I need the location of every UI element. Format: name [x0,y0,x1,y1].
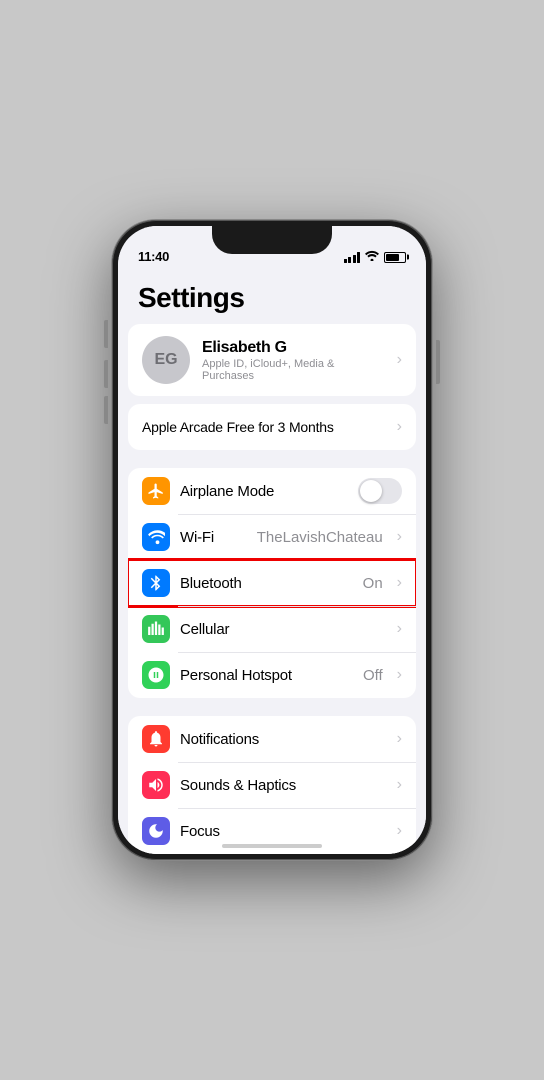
sounds-icon-wrap [142,771,170,799]
focus-chevron: › [397,822,402,840]
screen-content: Settings EG Elisabeth G Apple ID, iCloud… [118,270,426,854]
notifications-group: Notifications › Sounds & Haptics › [128,716,416,854]
phone-screen: 11:40 Settings [118,226,426,854]
airplane-label: Airplane Mode [180,483,348,500]
signal-icon [344,252,361,263]
cellular-row[interactable]: Cellular › [128,606,416,652]
bluetooth-value: On [363,575,383,592]
wifi-value: TheLavishChateau [257,529,383,546]
hotspot-value: Off [363,667,383,684]
wifi-icon-wrap [142,523,170,551]
sounds-row[interactable]: Sounds & Haptics › [128,762,416,808]
hotspot-row[interactable]: Personal Hotspot Off › [128,652,416,698]
profile-subtitle: Apple ID, iCloud+, Media & Purchases [202,358,385,382]
wifi-row-icon [147,528,165,546]
profile-info: Elisabeth G Apple ID, iCloud+, Media & P… [202,339,385,382]
bluetooth-label: Bluetooth [180,575,353,592]
wifi-chevron: › [397,528,402,546]
phone-frame: 11:40 Settings [112,220,432,860]
notch [212,226,332,254]
profile-name: Elisabeth G [202,339,385,357]
arcade-row[interactable]: Apple Arcade Free for 3 Months › [128,404,416,450]
airplane-toggle[interactable] [358,478,402,504]
sounds-label: Sounds & Haptics [180,777,387,794]
notifications-label: Notifications [180,731,387,748]
avatar: EG [142,336,190,384]
status-bar: 11:40 [118,226,426,270]
arcade-chevron: › [397,418,402,436]
cellular-icon-wrap [142,615,170,643]
home-indicator [222,844,322,848]
cellular-chevron: › [397,620,402,638]
status-time: 11:40 [138,249,169,264]
sound-icon [147,776,165,794]
bluetooth-row[interactable]: Bluetooth On › [128,560,416,606]
bluetooth-chevron: › [397,574,402,592]
battery-icon [384,252,406,263]
connectivity-group: Airplane Mode Wi-Fi TheL [128,468,416,698]
wifi-row[interactable]: Wi-Fi TheLavishChateau › [128,514,416,560]
focus-label: Focus [180,823,387,840]
status-icons [344,250,407,264]
notifications-chevron: › [397,730,402,748]
page-title: Settings [118,270,426,324]
notifications-row[interactable]: Notifications › [128,716,416,762]
profile-chevron: › [397,351,402,369]
hotspot-chevron: › [397,666,402,684]
hotspot-icon-wrap [142,661,170,689]
airplane-mode-row[interactable]: Airplane Mode [128,468,416,514]
airplane-icon-wrap [142,477,170,505]
bluetooth-icon-wrap [142,569,170,597]
notifications-icon-wrap [142,725,170,753]
moon-icon [147,822,165,840]
focus-icon-wrap [142,817,170,845]
bell-icon [147,730,165,748]
cellular-label: Cellular [180,621,387,638]
bluetooth-icon [147,574,165,592]
wifi-status-icon [365,250,379,264]
profile-card[interactable]: EG Elisabeth G Apple ID, iCloud+, Media … [128,324,416,396]
sounds-chevron: › [397,776,402,794]
hotspot-label: Personal Hotspot [180,667,353,684]
arcade-label: Apple Arcade Free for 3 Months [142,419,334,435]
wifi-label: Wi-Fi [180,529,247,546]
cellular-icon [147,620,165,638]
airplane-icon [147,482,165,500]
hotspot-icon [147,666,165,684]
